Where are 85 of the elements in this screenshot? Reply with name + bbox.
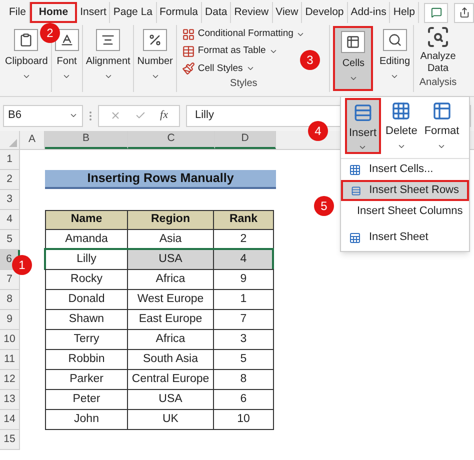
caret-icon xyxy=(69,111,78,120)
clipboard-icon xyxy=(19,33,34,47)
table-icon xyxy=(346,35,360,49)
menu-item[interactable]: Insert Sheet Columns xyxy=(341,201,469,222)
title-cell: Inserting Rows Manually xyxy=(45,170,276,189)
ribbon-tab[interactable]: Formula xyxy=(156,2,202,23)
ribbon-tab[interactable]: Develop xyxy=(302,2,348,23)
search-icon xyxy=(388,33,402,47)
caret-icon xyxy=(104,72,113,81)
name-box[interactable]: B6 xyxy=(3,104,83,126)
corner-triangle-icon xyxy=(9,139,17,147)
column-header[interactable]: C xyxy=(128,131,215,149)
table-header-cell: Region xyxy=(127,210,214,230)
table-icon xyxy=(182,44,195,58)
row-header[interactable]: 11 xyxy=(0,350,20,370)
drag-handle-icon xyxy=(89,110,92,120)
ribbon-tab[interactable]: File xyxy=(6,2,30,23)
row-header[interactable]: 10 xyxy=(0,330,20,350)
row-header[interactable]: 7 xyxy=(0,270,20,290)
table-cell[interactable]: 4 xyxy=(213,249,274,270)
row-header[interactable]: 1 xyxy=(0,150,20,170)
table-cell[interactable]: John xyxy=(45,409,128,430)
styles-menu-button[interactable]: Format as Table xyxy=(182,44,278,58)
row-header[interactable]: 3 xyxy=(0,190,20,210)
group-label: Styles xyxy=(229,76,258,91)
table-cell[interactable]: USA xyxy=(127,249,214,270)
delete-cells-icon xyxy=(390,101,412,121)
caret-icon xyxy=(150,72,160,81)
row-header[interactable]: 5 xyxy=(0,230,20,250)
table-header-cell: Rank xyxy=(213,210,274,230)
ribbon-tab[interactable]: Review xyxy=(231,2,273,23)
grid-icon xyxy=(182,28,195,41)
ribbon-tab[interactable]: Page La xyxy=(110,2,156,23)
table-cell[interactable]: Rocky xyxy=(45,269,128,290)
styles-menu-button[interactable]: Cell Styles xyxy=(182,62,255,76)
share-icon xyxy=(458,7,470,18)
ribbon-button[interactable]: Alignment xyxy=(84,26,132,91)
caret-icon xyxy=(62,72,72,81)
row-header[interactable]: 2 xyxy=(0,170,20,190)
table-cell[interactable]: 10 xyxy=(213,409,274,430)
sheet-icon xyxy=(349,232,361,244)
row-header[interactable]: 15 xyxy=(0,430,20,450)
ribbon-button[interactable]: Editing xyxy=(378,26,412,91)
share-button[interactable] xyxy=(454,2,474,22)
ribbon-button[interactable]: Cells xyxy=(333,26,374,91)
group-label: Analysis xyxy=(419,76,457,90)
cancel-icon[interactable] xyxy=(110,110,121,121)
insert-row-icon xyxy=(351,184,362,196)
ribbon-tab[interactable]: Data xyxy=(202,2,232,23)
comment-icon xyxy=(430,7,442,18)
brush-icon xyxy=(182,62,195,76)
check-icon[interactable] xyxy=(135,110,146,121)
insert-function-button[interactable]: fx xyxy=(160,107,168,124)
caret-icon xyxy=(390,72,400,81)
row-header[interactable]: 8 xyxy=(0,290,20,310)
caret-icon xyxy=(348,74,358,83)
menu-item[interactable]: Insert Cells... xyxy=(341,159,469,180)
ribbon-tab[interactable]: View xyxy=(272,2,302,23)
format-icon xyxy=(430,101,453,121)
caret-icon xyxy=(22,72,31,81)
ribbon-tab[interactable]: Insert xyxy=(77,2,110,23)
row-header[interactable]: 12 xyxy=(0,370,20,390)
row-header[interactable]: 9 xyxy=(0,310,20,330)
caret-icon xyxy=(358,143,368,152)
row-header[interactable]: 4 xyxy=(0,210,20,230)
ribbon-tab[interactable]: Home xyxy=(30,2,78,23)
table-cell[interactable]: 9 xyxy=(213,269,274,290)
menu-item[interactable]: Insert Sheet xyxy=(341,227,469,248)
text-color-icon xyxy=(60,33,74,47)
column-header[interactable]: B xyxy=(45,131,128,149)
table-header-cell: Name xyxy=(45,210,128,230)
cells-option-button[interactable]: Insert xyxy=(345,98,381,154)
percent-icon xyxy=(148,33,162,47)
ribbon-button[interactable]: Number xyxy=(136,26,174,91)
insert-cells-icon xyxy=(349,164,361,176)
ribbon-tab[interactable]: Help xyxy=(390,2,419,23)
row-header[interactable]: 14 xyxy=(0,410,20,430)
analyze-data-button[interactable]: Analyze Data xyxy=(418,25,458,75)
menu-item[interactable]: Insert Sheet Rows xyxy=(341,180,469,201)
comment-button[interactable] xyxy=(424,2,448,22)
ribbon-tab[interactable]: Add-ins xyxy=(348,2,390,23)
align-center-icon xyxy=(101,33,116,47)
column-header[interactable]: D xyxy=(215,131,276,149)
row-header[interactable]: 13 xyxy=(0,390,20,410)
styles-menu-button[interactable]: Conditional Formatting xyxy=(182,27,306,42)
